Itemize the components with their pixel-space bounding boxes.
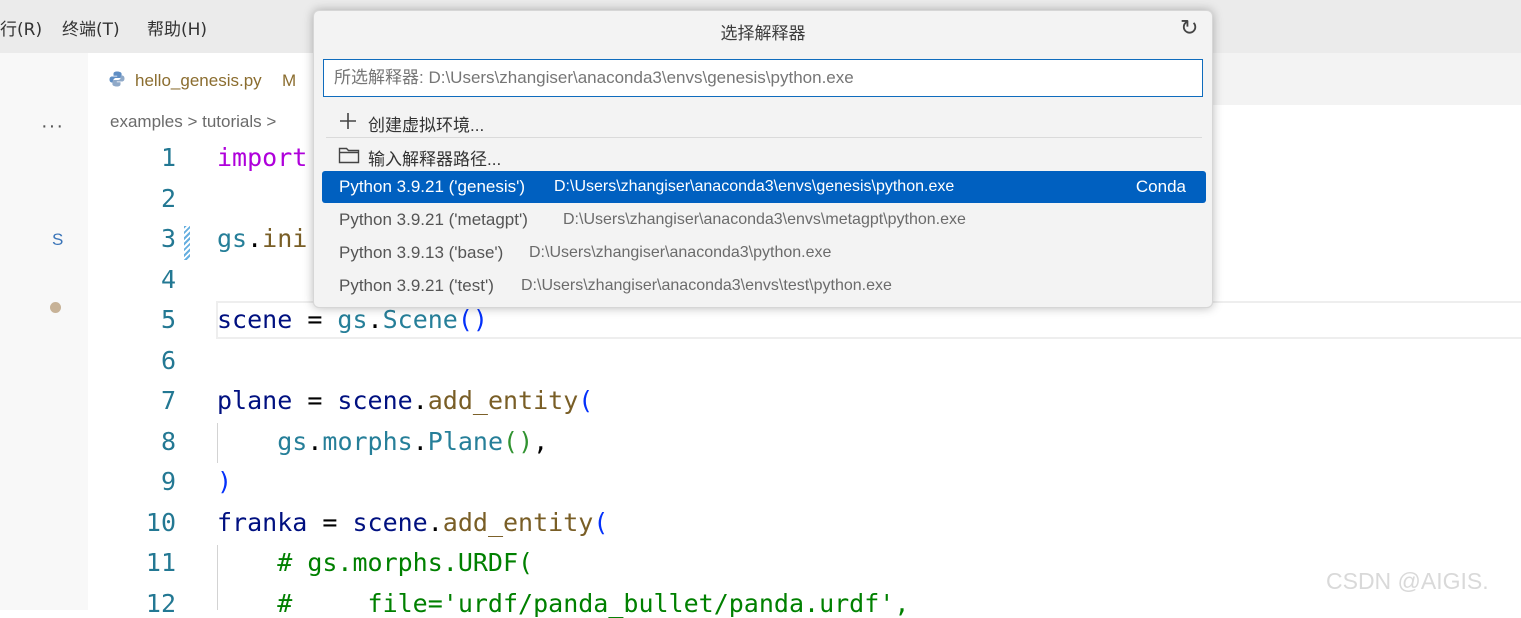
more-actions-icon[interactable]: ···: [41, 115, 64, 138]
code-line-1: import: [217, 143, 307, 172]
watermark: CSDN @AIGIS.: [1326, 568, 1489, 594]
code-line-11: # gs.morphs.URDF(: [217, 548, 533, 577]
token: (): [457, 305, 488, 334]
line-number: 8: [160, 427, 176, 456]
token: scene: [217, 305, 293, 334]
python-file-icon: [108, 70, 126, 93]
token: scene: [337, 386, 413, 415]
folder-icon: [338, 145, 360, 170]
breadcrumb[interactable]: examples > tutorials >: [110, 112, 276, 132]
line-number: 5: [160, 305, 176, 334]
code-line-12: # file='urdf/panda_bullet/panda.urdf',: [217, 589, 909, 618]
separator: [326, 137, 1202, 138]
token: =: [307, 508, 353, 537]
code-line-3: gs.ini: [217, 224, 307, 253]
line-number: 1: [160, 143, 176, 172]
enter-path-label: 输入解释器路径...: [368, 150, 502, 169]
code-line-9: ): [217, 467, 232, 496]
outline-symbol-icon[interactable]: S: [52, 230, 63, 250]
token: .: [367, 305, 383, 334]
code-line-8: gs.morphs.Plane(),: [217, 427, 548, 456]
tab-filename: hello_genesis.py: [135, 71, 262, 90]
interpreter-option-test[interactable]: Python 3.9.21 ('test') D:\Users\zhangise…: [322, 270, 1206, 302]
line-number: 12: [145, 589, 176, 618]
create-virtual-env-item[interactable]: 创建虚拟环境...: [322, 105, 1206, 137]
token: add_entity: [442, 508, 594, 537]
interpreter-env-badge: Conda: [1135, 177, 1186, 196]
menu-help[interactable]: 帮助(H): [147, 15, 207, 40]
interpreter-name: Python 3.9.13 ('base'): [339, 243, 504, 262]
token: ): [217, 467, 233, 496]
modified-dot-icon: [50, 302, 61, 313]
token: gs: [217, 224, 248, 253]
token: import: [217, 143, 308, 172]
quickpick-title: 选择解释器: [720, 24, 806, 43]
code-line-5: scene = gs.Scene(): [217, 305, 488, 334]
token: franka: [217, 508, 308, 537]
line-number: 3: [160, 224, 176, 253]
menu-terminal[interactable]: 终端(T): [62, 15, 120, 40]
line-number: 9: [160, 467, 176, 496]
token: ini: [262, 224, 308, 253]
token: scene: [352, 508, 428, 537]
token: ,: [533, 427, 549, 456]
interpreter-name: Python 3.9.21 ('metagpt'): [339, 210, 528, 229]
line-number: 10: [145, 508, 176, 537]
token: # file='urdf/panda_bullet/panda.urdf',: [277, 589, 910, 618]
line-number: 2: [160, 184, 176, 213]
token: (: [593, 508, 609, 537]
gutter-change-marker: [184, 226, 190, 260]
token: Plane: [427, 427, 504, 456]
line-number: 6: [160, 346, 176, 375]
token: .: [412, 386, 428, 415]
interpreter-search-input[interactable]: [323, 59, 1203, 97]
token: morphs: [322, 427, 413, 456]
interpreter-name: Python 3.9.21 ('test'): [339, 276, 494, 295]
enter-interpreter-path-item[interactable]: 输入解释器路径...: [322, 139, 1206, 171]
select-interpreter-quickpick: 选择解释器 ↻ 创建虚拟环境... 输入解释器路径... Python 3.9.…: [313, 10, 1213, 308]
activity-bar: ··· S: [0, 53, 88, 610]
tab-hello-genesis[interactable]: hello_genesis.py M: [88, 53, 318, 105]
token: (: [578, 386, 594, 415]
token: .: [427, 508, 443, 537]
token: =: [292, 386, 338, 415]
interpreter-option-metagpt[interactable]: Python 3.9.21 ('metagpt') D:\Users\zhang…: [322, 204, 1206, 236]
token: (): [503, 427, 534, 456]
interpreter-path: D:\Users\zhangiser\anaconda3\envs\metagp…: [563, 211, 966, 228]
token: gs: [277, 427, 308, 456]
token: =: [292, 305, 338, 334]
line-number: 4: [160, 265, 176, 294]
tab-modified-indicator: M: [282, 71, 297, 90]
token: .: [247, 224, 263, 253]
interpreter-path: D:\Users\zhangiser\anaconda3\envs\test\p…: [521, 277, 892, 294]
line-number: 7: [160, 386, 176, 415]
token: .: [307, 427, 323, 456]
interpreter-name: Python 3.9.21 ('genesis'): [339, 177, 526, 196]
token: gs: [337, 305, 368, 334]
interpreter-path: D:\Users\zhangiser\anaconda3\envs\genesi…: [554, 178, 955, 195]
interpreter-option-base[interactable]: Python 3.9.13 ('base') D:\Users\zhangise…: [322, 237, 1206, 269]
token: # gs.morphs.URDF(: [277, 548, 534, 577]
token: add_entity: [427, 386, 579, 415]
code-line-7: plane = scene.add_entity(: [217, 386, 593, 415]
menu-run[interactable]: 行(R): [0, 15, 42, 40]
code-line-10: franka = scene.add_entity(: [217, 508, 608, 537]
interpreter-option-genesis[interactable]: Python 3.9.21 ('genesis') D:\Users\zhang…: [322, 171, 1206, 203]
refresh-icon[interactable]: ↻: [1180, 15, 1198, 41]
token: plane: [217, 386, 293, 415]
interpreter-path: D:\Users\zhangiser\anaconda3\python.exe: [529, 244, 832, 261]
plus-icon: [338, 111, 358, 136]
token: .: [412, 427, 428, 456]
create-env-label: 创建虚拟环境...: [368, 116, 485, 135]
line-number: 11: [145, 548, 176, 577]
token: Scene: [382, 305, 458, 334]
